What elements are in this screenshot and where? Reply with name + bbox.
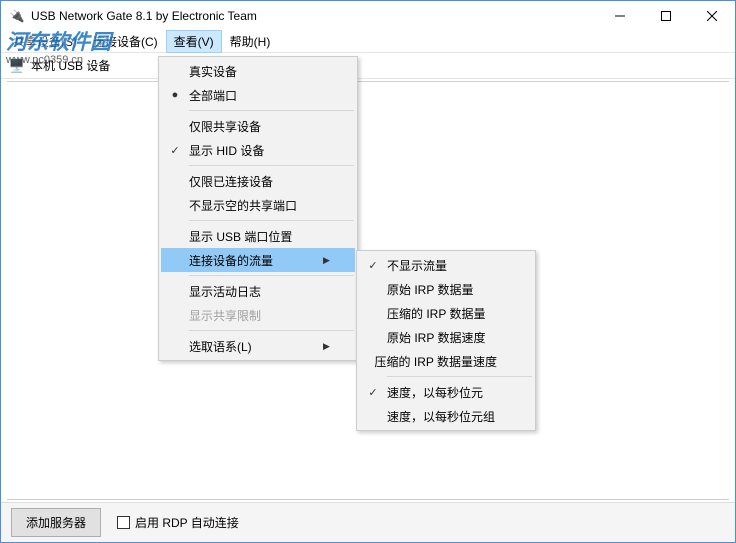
traffic-menu-item-0[interactable]: ✓不显示流量 — [359, 253, 533, 277]
app-icon: 🔌 — [9, 8, 25, 24]
menu-item-label: 压缩的 IRP 数据量 — [387, 305, 513, 322]
menu-item-label: 不显示空的共享端口 — [189, 197, 335, 214]
bottombar: 添加服务器 启用 RDP 自动连接 — [1, 502, 735, 542]
view-menu-item-9[interactable]: 显示 USB 端口位置 — [161, 224, 355, 248]
traffic-menu-item-7[interactable]: 速度，以每秒位元组 — [359, 404, 533, 428]
menu-help[interactable]: 帮助(H) — [222, 30, 279, 53]
add-server-button[interactable]: 添加服务器 — [11, 508, 101, 537]
menu-item-label: 显示共享限制 — [189, 307, 335, 324]
titlebar: 🔌 USB Network Gate 8.1 by Electronic Tea… — [1, 1, 735, 31]
view-menu-item-4[interactable]: ✓显示 HID 设备 — [161, 138, 355, 162]
menu-item-label: 仅限已连接设备 — [189, 173, 335, 190]
traffic-submenu: ✓不显示流量原始 IRP 数据量压缩的 IRP 数据量原始 IRP 数据速度压缩… — [356, 250, 536, 431]
view-menu-item-7[interactable]: 不显示空的共享端口 — [161, 193, 355, 217]
menu-item-label: 连接设备的流量 — [189, 252, 323, 269]
menu-separator — [189, 220, 354, 221]
window-title: USB Network Gate 8.1 by Electronic Team — [31, 9, 597, 23]
menubar: 共享设备(S) 连接设备(C) 查看(V) 帮助(H) — [1, 31, 735, 53]
checkbox-box — [117, 516, 130, 529]
menu-item-label: 显示 USB 端口位置 — [189, 228, 335, 245]
menu-item-label: 原始 IRP 数据速度 — [387, 329, 513, 346]
submenu-arrow-icon: ▶ — [323, 255, 335, 266]
view-menu-item-13: 显示共享限制 — [161, 303, 355, 327]
check-icon: ● — [161, 89, 189, 101]
traffic-menu-item-2[interactable]: 压缩的 IRP 数据量 — [359, 301, 533, 325]
minimize-button[interactable] — [597, 1, 643, 31]
menu-item-label: 速度，以每秒位元 — [387, 384, 513, 401]
check-icon: ✓ — [161, 144, 189, 157]
traffic-menu-item-4[interactable]: 压缩的 IRP 数据量速度 — [359, 349, 533, 373]
menu-item-label: 显示 HID 设备 — [189, 142, 335, 159]
traffic-menu-item-3[interactable]: 原始 IRP 数据速度 — [359, 325, 533, 349]
menu-separator — [189, 110, 354, 111]
menu-item-label: 显示活动日志 — [189, 283, 335, 300]
view-menu-item-1[interactable]: ●全部端口 — [161, 83, 355, 107]
traffic-menu-item-6[interactable]: ✓速度，以每秒位元 — [359, 380, 533, 404]
menu-item-label: 仅限共享设备 — [189, 118, 335, 135]
monitor-icon: 🖥️ — [9, 58, 25, 74]
menu-item-label: 原始 IRP 数据量 — [387, 281, 513, 298]
maximize-button[interactable] — [643, 1, 689, 31]
rdp-auto-label: 启用 RDP 自动连接 — [135, 514, 239, 531]
menu-item-label: 真实设备 — [189, 63, 335, 80]
toolbar: 🖥️ 本机 USB 设备 — [1, 53, 735, 79]
menu-view[interactable]: 查看(V) — [166, 30, 222, 53]
close-button[interactable] — [689, 1, 735, 31]
view-menu-item-0[interactable]: 真实设备 — [161, 59, 355, 83]
traffic-menu-item-1[interactable]: 原始 IRP 数据量 — [359, 277, 533, 301]
minimize-icon — [615, 11, 625, 21]
view-menu-item-15[interactable]: 选取语系(L)▶ — [161, 334, 355, 358]
menu-share-devices[interactable]: 共享设备(S) — [5, 30, 85, 53]
toolbar-label: 本机 USB 设备 — [31, 57, 110, 74]
menu-item-label: 压缩的 IRP 数据量速度 — [375, 353, 513, 370]
menu-separator — [387, 376, 532, 377]
submenu-arrow-icon: ▶ — [323, 341, 335, 352]
view-dropdown: 真实设备●全部端口仅限共享设备✓显示 HID 设备仅限已连接设备不显示空的共享端… — [158, 56, 358, 361]
view-menu-item-12[interactable]: 显示活动日志 — [161, 279, 355, 303]
view-menu-item-3[interactable]: 仅限共享设备 — [161, 114, 355, 138]
close-icon — [707, 11, 717, 21]
menu-item-label: 选取语系(L) — [189, 338, 323, 355]
menu-separator — [189, 165, 354, 166]
maximize-icon — [661, 11, 671, 21]
menu-item-label: 全部端口 — [189, 87, 335, 104]
view-menu-item-6[interactable]: 仅限已连接设备 — [161, 169, 355, 193]
check-icon: ✓ — [359, 386, 387, 399]
menu-separator — [189, 275, 354, 276]
menu-separator — [189, 330, 354, 331]
rdp-auto-checkbox[interactable]: 启用 RDP 自动连接 — [117, 514, 239, 531]
menu-connect-devices[interactable]: 连接设备(C) — [85, 30, 166, 53]
menu-item-label: 不显示流量 — [387, 257, 513, 274]
menu-item-label: 速度，以每秒位元组 — [387, 408, 513, 425]
view-menu-item-10[interactable]: 连接设备的流量▶ — [161, 248, 355, 272]
check-icon: ✓ — [359, 259, 387, 272]
